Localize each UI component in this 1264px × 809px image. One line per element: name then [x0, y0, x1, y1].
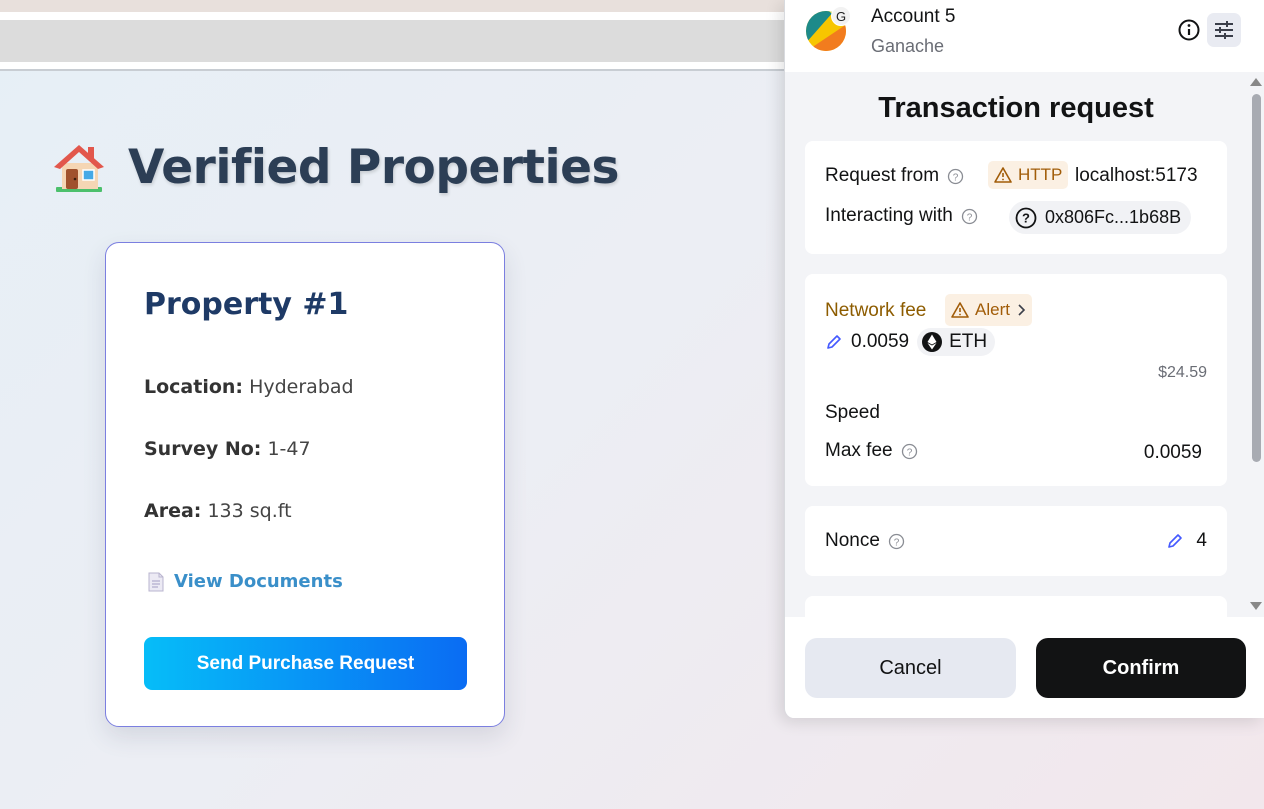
account-name[interactable]: Account 5	[871, 6, 956, 28]
request-origin-section: Request from ? HTTP localhost:5173 Inter…	[805, 141, 1227, 254]
transaction-title: Transaction request	[878, 92, 1154, 124]
fee-alert-badge[interactable]: Alert	[945, 294, 1032, 326]
question-icon[interactable]: ?	[947, 168, 964, 185]
network-fee-label: Network fee	[825, 300, 927, 321]
area-value: 133 sq.ft	[207, 500, 292, 522]
contract-address: 0x806Fc...1b68B	[1045, 207, 1182, 227]
currency-pill: ETH	[917, 328, 996, 356]
ethereum-icon	[922, 332, 943, 352]
nonce-section: Nonce ? 4	[805, 506, 1227, 576]
warning-icon	[951, 302, 969, 318]
alert-label: Alert	[975, 300, 1010, 319]
house-icon	[54, 144, 104, 192]
location-row: Location: Hyderabad	[144, 376, 354, 398]
edit-pencil-icon[interactable]	[1166, 532, 1184, 550]
survey-value: 1-47	[267, 438, 311, 460]
svg-text:?: ?	[894, 537, 900, 548]
max-fee-label: Max fee	[825, 440, 893, 461]
nonce-row: Nonce ?	[825, 530, 905, 552]
request-host: localhost:5173	[1075, 165, 1198, 186]
http-label: HTTP	[1018, 165, 1063, 184]
fee-usd: $24.59	[1158, 364, 1207, 381]
network-fee-section: Network fee Alert 0.0059 ETH $24.59 Spee…	[805, 274, 1227, 486]
send-purchase-request-button[interactable]: Send Purchase Request	[144, 637, 467, 690]
nonce-value: 4	[1196, 530, 1207, 551]
popup-footer: Cancel Confirm	[785, 617, 1264, 718]
network-name: Ganache	[871, 36, 945, 56]
question-icon[interactable]: ?	[901, 443, 918, 460]
svg-text:?: ?	[953, 172, 959, 183]
view-documents-label[interactable]: View Documents	[174, 571, 343, 592]
page-heading: Verified Properties	[128, 140, 619, 195]
question-icon[interactable]: ?	[961, 208, 978, 225]
scroll-down-arrow-icon[interactable]	[1250, 602, 1262, 610]
view-documents-link[interactable]: View Documents	[148, 571, 343, 592]
unknown-contract-icon: ?	[1015, 207, 1037, 228]
nonce-value-group: 4	[1166, 530, 1207, 552]
warning-icon	[994, 167, 1012, 183]
interacting-with-label: Interacting with	[825, 205, 953, 226]
contract-address-pill[interactable]: ? 0x806Fc...1b68B	[1009, 201, 1192, 234]
max-fee-value: 0.0059	[1143, 442, 1202, 463]
svg-text:?: ?	[967, 212, 973, 223]
svg-text:?: ?	[1022, 210, 1030, 225]
scrollbar-thumb[interactable]	[1252, 94, 1261, 462]
chevron-right-icon	[1018, 304, 1026, 316]
speed-label: Speed	[825, 402, 880, 423]
survey-label: Survey No:	[144, 438, 262, 460]
property-title: Property #1	[144, 287, 349, 322]
request-from-label: Request from	[825, 165, 940, 186]
area-label: Area:	[144, 500, 202, 522]
wallet-popup: G Account 5 Ganache Transaction request …	[784, 0, 1264, 718]
edit-pencil-icon[interactable]	[825, 333, 843, 351]
interacting-with-row: Interacting with ?	[825, 205, 978, 227]
cancel-button[interactable]: Cancel	[805, 638, 1016, 698]
page-title: Verified Properties	[52, 140, 619, 195]
request-from-row: Request from ?	[825, 165, 964, 187]
fee-amount: 0.0059	[851, 331, 910, 352]
svg-text:?: ?	[906, 447, 912, 458]
currency-label: ETH	[949, 331, 988, 352]
question-icon[interactable]: ?	[888, 533, 905, 550]
property-card: Property #1 Location: Hyderabad Survey N…	[105, 242, 505, 727]
fee-amount-row: 0.0059 ETH	[825, 328, 996, 356]
sliders-icon	[1215, 21, 1233, 39]
document-icon	[148, 572, 164, 591]
confirm-button[interactable]: Confirm	[1036, 638, 1246, 698]
http-warning-badge: HTTP	[988, 161, 1069, 189]
location-value: Hyderabad	[249, 376, 354, 398]
network-badge: G	[831, 6, 851, 26]
nonce-label: Nonce	[825, 530, 880, 551]
location-label: Location:	[144, 376, 244, 398]
max-fee-row: Max fee ?	[825, 440, 918, 462]
popup-header: G Account 5 Ganache	[785, 0, 1264, 72]
area-row: Area: 133 sq.ft	[144, 500, 292, 522]
advanced-settings-button[interactable]	[1207, 13, 1241, 47]
info-icon[interactable]	[1177, 18, 1201, 42]
scroll-up-arrow-icon[interactable]	[1250, 78, 1262, 86]
survey-row: Survey No: 1-47	[144, 438, 311, 460]
